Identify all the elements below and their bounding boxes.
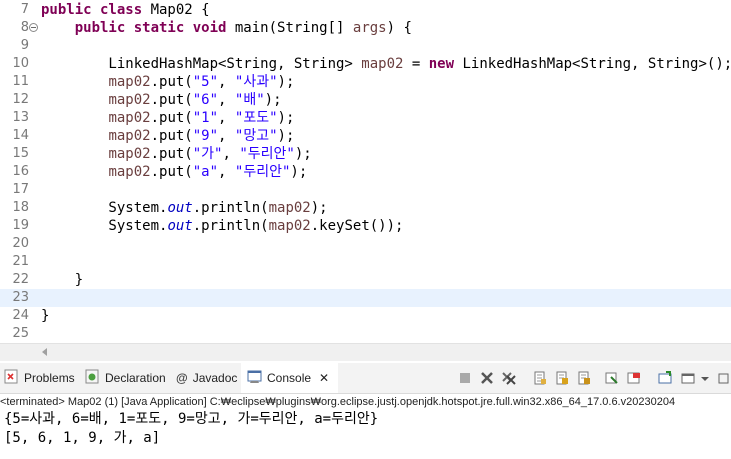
code-text: map02.put("9", "망고"); [108,128,295,144]
view-menu-icon[interactable] [700,371,710,385]
code-line[interactable]: 11 map02.put("5", "사과"); [0,73,731,91]
tab-problems[interactable]: Problems [4,363,75,393]
code-text: public class Map02 { [41,2,210,18]
code-line[interactable]: 9 [0,37,731,55]
close-tab-icon[interactable]: ✕ [319,371,329,385]
code-line[interactable]: 24} [0,307,731,325]
code-line[interactable]: 15 map02.put("가", "두리안"); [0,145,731,163]
line-number: 10 [12,56,29,71]
console-output-line: [5, 6, 1, 9, 가, a] [4,430,161,446]
code-text: map02.put("가", "두리안"); [108,146,312,162]
fold-toggle-icon[interactable] [29,23,38,32]
problems-icon [4,369,19,387]
pin-console-icon[interactable] [605,371,619,385]
console-status-line: <terminated> Map02 (1) [Java Application… [0,396,676,408]
console-output-line: {5=사과, 6=배, 1=포도, 9=망고, 가=두리안, a=두리안} [4,411,379,427]
code-text: System.out.println(map02); [41,200,328,216]
maximize-icon[interactable] [716,371,730,385]
code-text: } [41,308,50,324]
code-line[interactable]: 14 map02.put("9", "망고"); [0,127,731,145]
line-number: 15 [12,146,29,161]
code-line[interactable]: 8 public static void main(String[] args)… [0,19,731,37]
show-console-on-output-icon[interactable] [555,371,569,385]
line-number: 9 [20,38,29,53]
line-number: 23 [12,290,29,305]
code-text: LinkedHashMap<String, String> map02 = ne… [41,56,731,72]
tab-problems-label: Problems [24,371,75,385]
console-icon [247,369,262,387]
horizontal-scrollbar[interactable] [0,343,731,361]
scroll-lock-icon[interactable] [533,371,547,385]
code-text: public static void main(String[] args) { [74,20,412,36]
line-number: 19 [12,218,29,233]
code-line[interactable]: 20 [0,235,731,253]
code-line[interactable]: 12 map02.put("6", "배"); [0,91,731,109]
line-number: 21 [12,254,29,269]
line-number: 7 [20,2,29,17]
remove-launch-icon[interactable] [480,371,494,385]
code-line[interactable]: 13 map02.put("1", "포도"); [0,109,731,127]
code-editor[interactable]: 7 public class Map02 {8 public static voi… [0,0,731,343]
code-line[interactable]: 10 LinkedHashMap<String, String> map02 =… [0,55,731,73]
tab-javadoc[interactable]: @ Javadoc [176,363,237,393]
tab-console-label: Console [267,371,312,385]
code-text: map02.put("6", "배"); [108,92,282,108]
bottom-panel-tab-bar: Problems Declaration @ Javadoc Console ✕ [0,363,731,394]
line-number: 20 [12,236,29,251]
line-number: 11 [12,74,29,89]
display-selected-console-icon[interactable] [627,371,641,385]
minimize-icon[interactable] [681,371,695,385]
tab-declaration[interactable]: Declaration [85,363,166,393]
line-number: 17 [12,182,29,197]
scroll-left-arrow-icon[interactable] [42,348,47,356]
line-number: 22 [12,272,29,287]
code-text: map02.put("5", "사과"); [108,74,295,90]
declaration-icon [85,369,100,387]
remove-all-terminated-icon[interactable] [502,371,516,385]
code-text: System.out.println(map02.keySet()); [41,218,404,234]
line-number: 16 [12,164,29,179]
code-line[interactable]: 19 System.out.println(map02.keySet()); [0,217,731,235]
line-number: 18 [12,200,29,215]
code-line[interactable]: 16 map02.put("a", "두리안"); [0,163,731,181]
word-wrap-icon[interactable] [577,371,591,385]
line-number: 24 [12,308,29,323]
console-output[interactable]: {5=사과, 6=배, 1=포도, 9=망고, 가=두리안, a=두리안} [5… [0,410,731,459]
tab-console[interactable]: Console ✕ [241,363,338,393]
code-line[interactable]: 21 [0,253,731,271]
javadoc-icon: @ [176,371,188,385]
line-number: 12 [12,92,29,107]
code-text: map02.put("a", "두리안"); [108,164,308,180]
code-line[interactable]: 17 [0,181,731,199]
tab-javadoc-label: Javadoc [192,371,238,385]
code-line[interactable]: 25 [0,325,731,343]
code-text: } [41,272,84,288]
line-number: 14 [12,128,29,143]
open-console-icon[interactable] [658,371,672,385]
code-line[interactable]: 22 } [0,271,731,289]
line-number: 8 [0,19,40,37]
line-number: 25 [12,326,29,341]
code-line[interactable]: 23 [0,289,731,307]
terminate-icon[interactable] [458,371,472,385]
code-text: map02.put("1", "포도"); [108,110,295,126]
code-line[interactable]: 7 public class Map02 { [0,1,731,19]
tab-declaration-label: Declaration [105,371,166,385]
line-number: 13 [12,110,29,125]
code-line[interactable]: 18 System.out.println(map02); [0,199,731,217]
